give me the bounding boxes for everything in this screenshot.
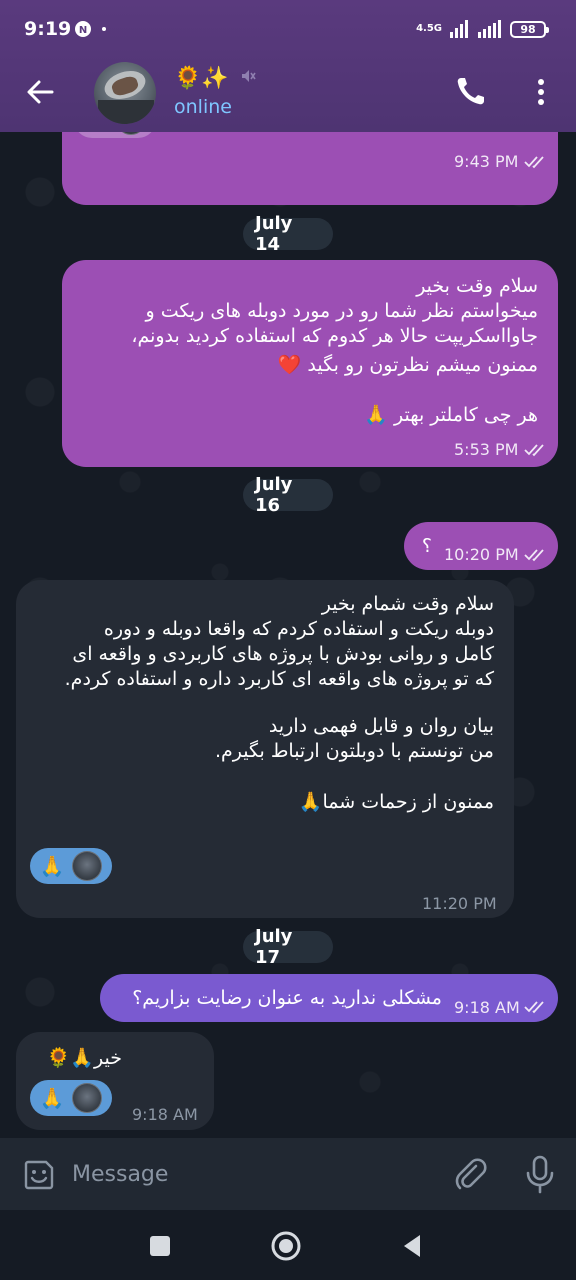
status-bar: 9:19 N 4.5G 98 <box>0 0 576 56</box>
svg-text:N: N <box>79 25 87 36</box>
status-time: 9:19 <box>24 18 72 40</box>
message-composer <box>0 1138 576 1210</box>
phone-icon[interactable] <box>454 74 488 108</box>
network-label: 4.5G <box>416 23 442 34</box>
message-text: مشکلی ندارید به عنوان رضایت بزاریم؟ <box>132 987 442 1009</box>
chat-title-emoji: 🌻✨ <box>174 65 229 91</box>
reaction-emoji: 🙏 <box>39 1086 65 1110</box>
date-separator: July 16 <box>243 474 333 516</box>
double-check-icon <box>524 444 544 457</box>
message-time: 11:20 PM <box>422 894 497 913</box>
notification-icons: N <box>75 21 106 37</box>
message-time: 9:43 PM <box>454 152 519 171</box>
message-bubble-outgoing[interactable]: سلام وقت بخیر میخواستم نظر شما رو در مور… <box>62 260 558 467</box>
chat-title[interactable]: 🌻✨ <box>174 64 229 92</box>
message-input[interactable] <box>72 1152 432 1196</box>
muted-speaker-icon <box>242 70 256 82</box>
message-text: خیر🙏🌻 <box>46 1047 122 1069</box>
reaction-avatar <box>116 132 146 135</box>
message-time: 9:18 AM <box>454 998 520 1017</box>
reaction-chip[interactable]: 🙏 <box>74 132 156 138</box>
chat-messages[interactable]: 🙏 9:43 PM July 14 سلام وقت بخیر میخواستم… <box>0 132 576 1138</box>
message-bubble-incoming[interactable]: خیر🙏🌻 🙏 9:18 AM <box>16 1032 214 1130</box>
online-status: online <box>174 96 232 118</box>
reaction-chip[interactable]: 🙏 <box>30 848 112 884</box>
chat-avatar[interactable] <box>94 62 156 124</box>
back-triangle-icon[interactable] <box>396 1230 428 1262</box>
back-arrow-icon[interactable] <box>22 74 58 110</box>
signal-icon <box>450 20 468 38</box>
paperclip-icon[interactable] <box>452 1156 488 1192</box>
home-circle-icon[interactable] <box>270 1230 302 1262</box>
reaction-emoji: 🙏 <box>39 854 65 878</box>
sticker-emoji-icon[interactable] <box>22 1158 56 1192</box>
double-check-icon <box>524 1001 544 1014</box>
reaction-avatar <box>72 851 102 881</box>
system-navigation-bar <box>0 1210 576 1280</box>
double-check-icon <box>524 156 544 169</box>
message-bubble-outgoing[interactable]: مشکلی ندارید به عنوان رضایت بزاریم؟ 9:18… <box>100 974 558 1022</box>
battery-indicator: 98 <box>510 20 549 38</box>
message-bubble-outgoing[interactable]: 🙏 9:43 PM <box>62 132 558 205</box>
message-time: 10:20 PM <box>444 545 519 564</box>
double-check-icon <box>524 549 544 562</box>
date-separator: July 17 <box>243 926 333 968</box>
message-text: ؟ <box>421 535 432 557</box>
reaction-avatar <box>72 1083 102 1113</box>
message-text: سلام وقت بخیر میخواستم نظر شما رو در مور… <box>131 275 538 426</box>
date-separator: July 14 <box>243 213 333 255</box>
message-text: سلام وقت شمام بخیر دوبله ریکت و استفاده … <box>64 593 494 813</box>
reaction-chip[interactable]: 🙏 <box>30 1080 112 1116</box>
message-time: 5:53 PM <box>454 440 519 459</box>
message-bubble-outgoing[interactable]: ؟ 10:20 PM <box>404 522 558 570</box>
status-right: 4.5G 98 <box>416 16 549 42</box>
chat-header: 9:19 N 4.5G 98 🌻✨ online <box>0 0 576 132</box>
recents-square-icon[interactable] <box>144 1230 176 1262</box>
microphone-icon[interactable] <box>524 1154 556 1194</box>
signal-icon-2 <box>478 20 501 38</box>
message-bubble-incoming[interactable]: سلام وقت شمام بخیر دوبله ریکت و استفاده … <box>16 580 514 918</box>
more-vertical-icon[interactable] <box>526 74 556 110</box>
message-time: 9:18 AM <box>132 1105 198 1124</box>
